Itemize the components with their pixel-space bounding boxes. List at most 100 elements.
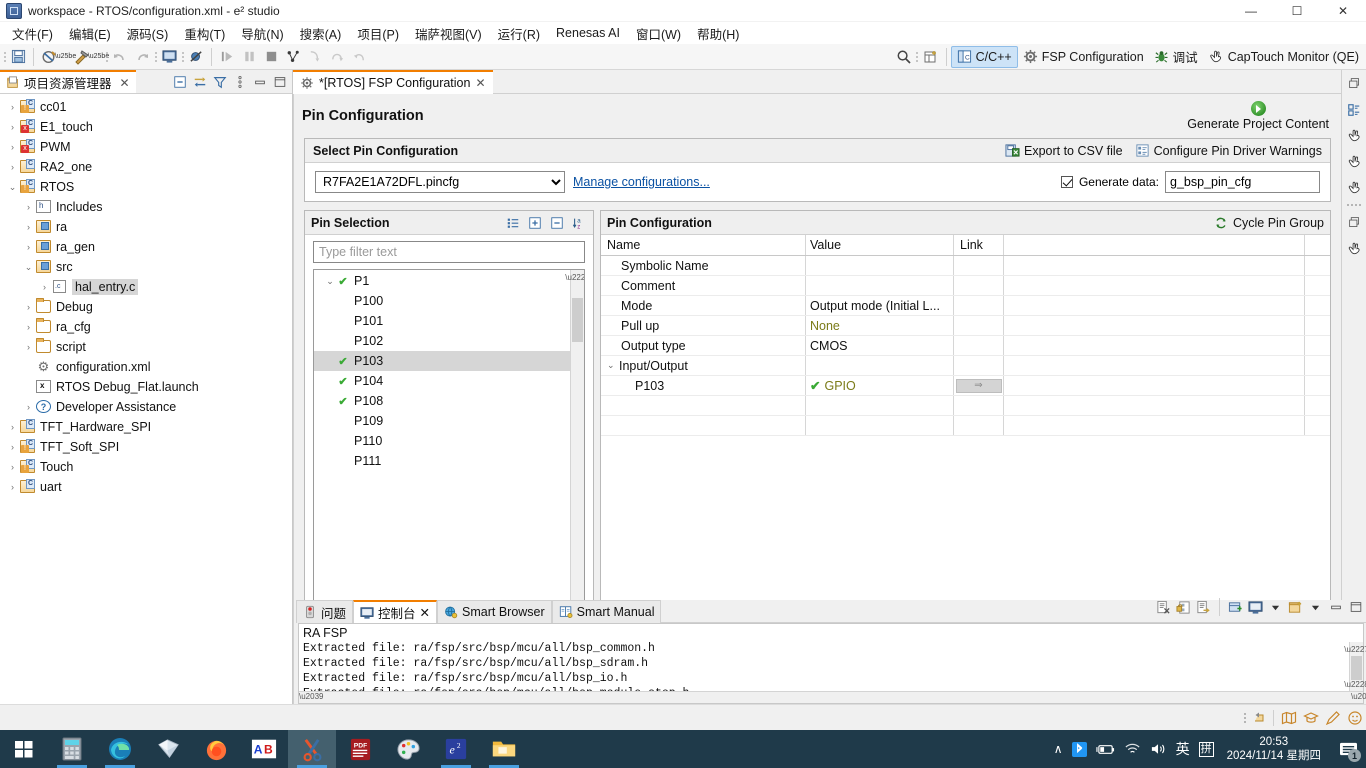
chevron-right-icon[interactable]: › <box>6 122 19 132</box>
tree-item-e1-touch[interactable]: › E1_touch <box>0 117 292 137</box>
save-icon[interactable] <box>7 46 29 68</box>
cell-link[interactable] <box>954 296 1004 315</box>
pin-filter-input[interactable]: Type filter text <box>313 241 585 263</box>
tree-item-ra[interactable]: › ra <box>0 217 292 237</box>
tree-item-pwm[interactable]: › PWM <box>0 137 292 157</box>
restore-icon[interactable] <box>1345 213 1364 232</box>
menu-edit[interactable]: 编辑(E) <box>61 22 119 45</box>
cell-value[interactable] <box>806 356 954 375</box>
taskbar-item-file-explorer[interactable] <box>480 730 528 768</box>
tree-item-includes[interactable]: › Includes <box>0 197 292 217</box>
menu-refactor[interactable]: 重构(T) <box>176 22 233 45</box>
clear-console-icon[interactable] <box>1155 599 1172 616</box>
skip-breakpoints-icon[interactable] <box>185 46 207 68</box>
pin-console-icon[interactable] <box>1227 599 1244 616</box>
table-row[interactable]: Output type CMOS <box>601 336 1330 356</box>
minimize-icon[interactable] <box>1327 599 1344 616</box>
console-tab-manual[interactable]: Smart Manual <box>551 600 662 623</box>
chevron-down-icon[interactable]: ⌄ <box>22 262 35 273</box>
generate-data-checkbox[interactable] <box>1060 176 1073 188</box>
tree-item-tft-soft-spi[interactable]: › TFT_Soft_SPI <box>0 437 292 457</box>
console-tab-browser[interactable]: Smart Browser <box>437 600 552 623</box>
tab-fsp-configuration[interactable]: *[RTOS] FSP Configuration ✕ <box>293 70 493 94</box>
show-console-icon[interactable] <box>1195 599 1212 616</box>
hammer-dropdown-icon[interactable]: \u25be <box>88 46 109 68</box>
step-return-icon[interactable] <box>348 46 370 68</box>
undo-icon[interactable] <box>109 46 131 68</box>
pin-item-p109[interactable]: P109 <box>314 411 570 431</box>
cell-link[interactable] <box>954 276 1004 295</box>
scroll-thumb[interactable] <box>572 298 583 342</box>
chevron-right-icon[interactable]: › <box>6 102 19 112</box>
ime-mode-indicator[interactable]: 拼 <box>1198 741 1214 757</box>
tree-item-developer-assistance[interactable]: ›? Developer Assistance <box>0 397 292 417</box>
pin-item-p104[interactable]: ✔ P104 <box>314 371 570 391</box>
cell-value[interactable] <box>806 276 954 295</box>
build-dropdown-icon[interactable]: \u25be <box>55 46 76 68</box>
perspective-cpp[interactable]: C C/C++ <box>950 45 1018 68</box>
tree-item-tft-hardware-spi[interactable]: › TFT_Hardware_SPI <box>0 417 292 437</box>
close-button[interactable]: ✕ <box>1320 0 1366 21</box>
chevron-right-icon[interactable]: › <box>6 422 19 432</box>
lock-scroll-icon[interactable] <box>1175 599 1192 616</box>
new-console-icon[interactable] <box>1287 599 1304 616</box>
configure-pin-driver-warnings-button[interactable]: Configure Pin Driver Warnings <box>1135 143 1322 158</box>
collapse-all-icon[interactable] <box>549 215 565 231</box>
taskbar-item-microsoft-store[interactable] <box>144 730 192 768</box>
disconnect-icon[interactable] <box>282 46 304 68</box>
tree-item-ra-gen[interactable]: › ra_gen <box>0 237 292 257</box>
chevron-right-icon[interactable]: › <box>6 462 19 472</box>
expand-all-icon[interactable] <box>527 215 543 231</box>
chevron-right-icon[interactable]: › <box>6 482 19 492</box>
chevron-right-icon[interactable]: › <box>22 302 35 312</box>
pause-icon[interactable] <box>238 46 260 68</box>
cell-value[interactable] <box>806 256 954 275</box>
table-row[interactable]: Pull up None <box>601 316 1330 336</box>
map-icon[interactable] <box>1278 707 1300 729</box>
build-hammer-icon[interactable] <box>71 46 93 68</box>
hand-icon[interactable] <box>1345 178 1364 197</box>
cycle-pin-group-button[interactable]: Cycle Pin Group <box>1214 216 1324 230</box>
tree-item-rtos-debug-flat-launch[interactable]: RTOS Debug_Flat.launch <box>0 377 292 397</box>
table-row[interactable]: P103 ✔ GPIO ⇒ <box>601 376 1330 396</box>
scroll-up-icon[interactable]: \u2227 <box>1344 642 1366 656</box>
manage-configurations-link[interactable]: Manage configurations... <box>573 175 710 189</box>
display-selected-console-icon[interactable] <box>1247 599 1264 616</box>
collapse-all-icon[interactable] <box>171 73 189 91</box>
tab-project-explorer[interactable]: 项目资源管理器 ✕ <box>0 70 136 93</box>
tree-item-cc01[interactable]: › cc01 <box>0 97 292 117</box>
pin-item-p108[interactable]: ✔ P108 <box>314 391 570 411</box>
pin-item-p111[interactable]: P111 <box>314 451 570 471</box>
scroll-up-icon[interactable]: \u2227 <box>565 270 584 284</box>
menu-project[interactable]: 项目(P) <box>349 22 407 45</box>
close-icon[interactable]: ✕ <box>420 605 430 620</box>
scroll-left-icon[interactable]: \u2039 <box>299 692 323 703</box>
menu-renesas-views[interactable]: 瑞萨视图(V) <box>407 22 490 45</box>
windows-start-icon[interactable] <box>0 730 48 768</box>
cell-link[interactable] <box>954 256 1004 275</box>
redo-icon[interactable] <box>131 46 153 68</box>
tree-item-src[interactable]: ⌄ src <box>0 257 292 277</box>
close-icon[interactable]: ✕ <box>120 76 130 90</box>
table-row[interactable]: ⌄ Input/Output <box>601 356 1330 376</box>
taskbar-item-microsoft-edge[interactable] <box>96 730 144 768</box>
taskbar-item-paint[interactable] <box>384 730 432 768</box>
graduation-icon[interactable] <box>1300 707 1322 729</box>
bluetooth-icon[interactable] <box>1071 741 1087 757</box>
open-perspective-icon[interactable] <box>920 46 942 68</box>
chevron-right-icon[interactable]: › <box>6 162 19 172</box>
chevron-right-icon[interactable]: › <box>22 402 35 412</box>
step-over-icon[interactable] <box>326 46 348 68</box>
table-row[interactable]: Mode Output mode (Initial L... <box>601 296 1330 316</box>
maximize-icon[interactable] <box>1347 599 1364 616</box>
chevron-right-icon[interactable]: › <box>22 342 35 352</box>
search-icon[interactable] <box>893 46 915 68</box>
maximize-icon[interactable] <box>271 73 289 91</box>
taskbar-item-ab-translator[interactable]: AB <box>240 730 288 768</box>
cell-value[interactable]: CMOS <box>806 336 954 355</box>
build-all-icon[interactable] <box>38 46 60 68</box>
scroll-down-icon[interactable]: \u2228 <box>1344 677 1366 691</box>
open-console-icon[interactable] <box>158 46 180 68</box>
perspective-captouch[interactable]: CapTouch Monitor (QE) <box>1203 46 1364 68</box>
hand-icon[interactable] <box>1345 239 1364 258</box>
